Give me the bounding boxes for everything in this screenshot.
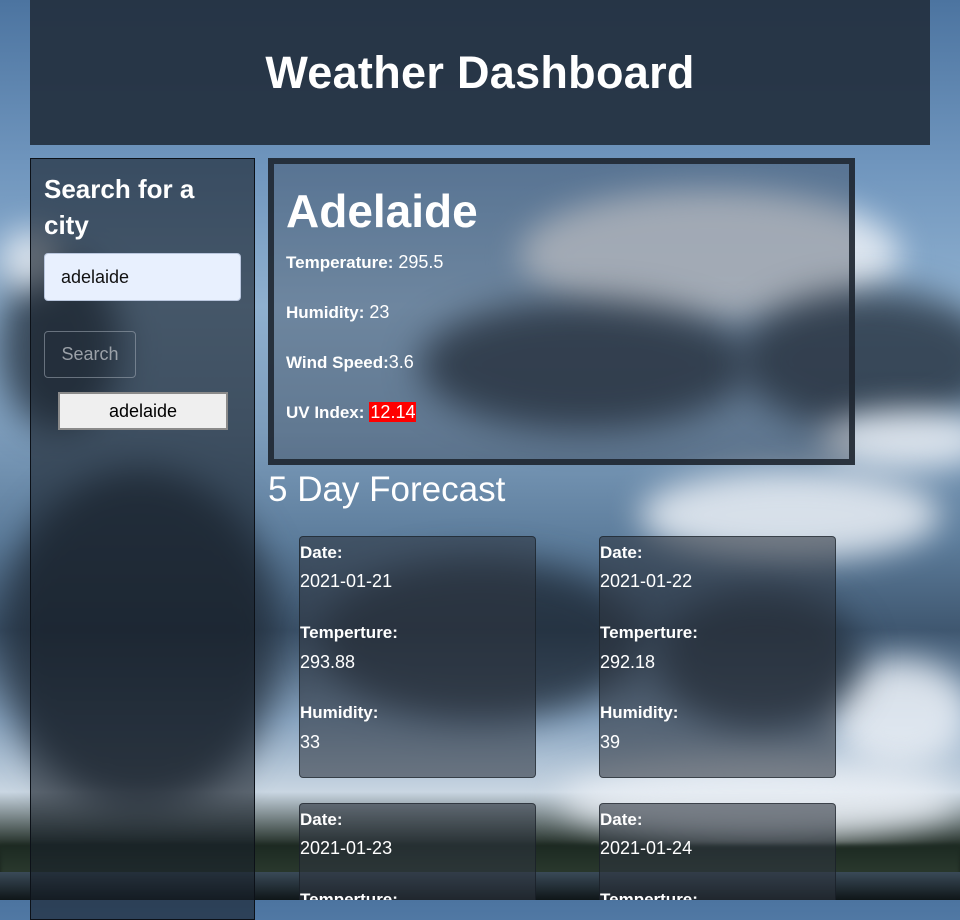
forecast-card: Date: 2021-01-23 Temperture: [299,803,536,900]
forecast-date-label: Date: [600,543,643,562]
forecast-humidity-label: Humidity: [600,703,679,722]
humidity-stat: Humidity: 23 [286,302,389,323]
wind-speed-value: 3.6 [388,352,414,372]
forecast-card: Date: 2021-01-24 Temperture: [599,803,836,900]
forecast-title: 5 Day Forecast [268,470,506,509]
forecast-humidity: 39 [600,732,621,752]
forecast-date: 2021-01-21 [300,571,393,591]
temperature-stat: Temperature: 295.5 [286,252,443,273]
uv-index-badge: 12.14 [369,402,417,422]
history-city-button[interactable]: adelaide [58,392,228,430]
page-title: Weather Dashboard [265,46,695,98]
forecast-humidity: 33 [300,732,321,752]
forecast-date-label: Date: [600,810,643,829]
forecast-date: 2021-01-23 [300,838,393,858]
search-button[interactable]: Search [44,331,136,378]
forecast-card: Date: 2021-01-21 Temperture: 293.88 Humi… [299,536,536,778]
forecast-humidity-label: Humidity: [300,703,379,722]
forecast-temp-label: Temperture: [600,623,698,642]
forecast-temp-label: Temperture: [600,890,698,900]
forecast-date: 2021-01-24 [600,838,693,858]
forecast-date-label: Date: [300,810,343,829]
humidity-label: Humidity: [286,303,365,322]
wind-speed-label: Wind Speed: [286,353,389,372]
forecast-temp-label: Temperture: [300,623,398,642]
forecast-temp: 293.88 [300,652,356,672]
page-header: Weather Dashboard [30,0,930,145]
forecast-temp: 292.18 [600,652,656,672]
forecast-temp-label: Temperture: [300,890,398,900]
search-sidebar: Search for a city Search adelaide [30,158,255,920]
uv-index-stat: UV Index: 12.14 [286,402,417,423]
search-heading: Search for a city [44,174,195,240]
current-weather-panel: Adelaide Temperature: 295.5 Humidity: 23… [268,158,855,465]
wind-speed-stat: Wind Speed:3.6 [286,352,414,373]
city-name: Adelaide [286,185,478,237]
forecast-card: Date: 2021-01-22 Temperture: 292.18 Humi… [599,536,836,778]
city-search-input[interactable] [44,253,241,301]
temperature-value: 295.5 [393,252,444,272]
forecast-date-label: Date: [300,543,343,562]
temperature-label: Temperature: [286,253,394,272]
uv-index-label: UV Index: [286,403,365,422]
forecast-date: 2021-01-22 [600,571,693,591]
humidity-value: 23 [364,302,390,322]
